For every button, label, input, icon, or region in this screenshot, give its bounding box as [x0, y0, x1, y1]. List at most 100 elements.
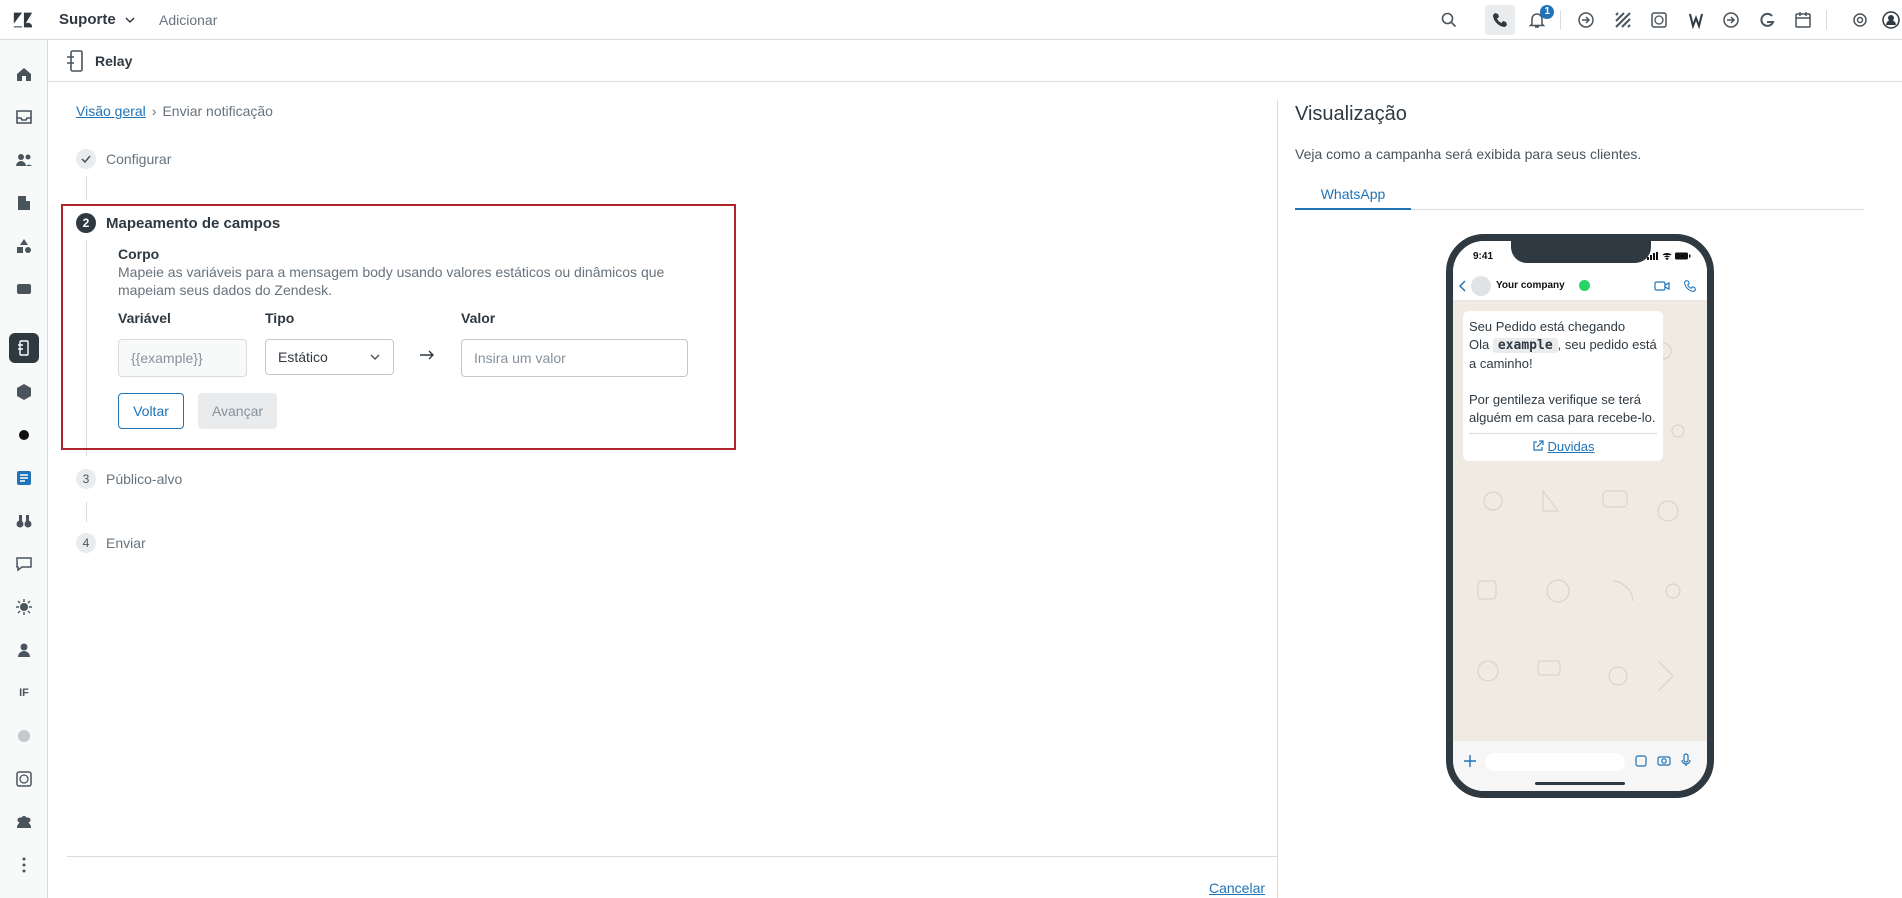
w-app-icon[interactable] [1685, 9, 1707, 31]
preview-description: Veja como a campanha será exibida para s… [1295, 146, 1642, 162]
phone-time: 9:41 [1473, 251, 1494, 262]
col-variable-header: Variável [118, 310, 171, 326]
app-title: Relay [95, 53, 133, 69]
customers-icon[interactable] [12, 148, 36, 172]
microphone-icon[interactable] [1681, 753, 1691, 767]
variable-tag: example [1492, 338, 1558, 353]
faded-app-icon[interactable] [12, 724, 36, 748]
footer-divider [67, 856, 1278, 857]
call-icon[interactable] [1683, 279, 1697, 293]
step-enviar[interactable]: 4 Enviar [76, 533, 146, 553]
step-label: Configurar [106, 151, 172, 167]
if-app-icon[interactable]: IF [12, 681, 36, 705]
camera-icon[interactable] [1657, 754, 1671, 766]
agent-icon[interactable] [12, 638, 36, 662]
message-greeting: Ola [1469, 337, 1490, 352]
breadcrumb: Visão geral › Enviar notificação [76, 103, 273, 119]
chat-header: Your company [1453, 271, 1707, 301]
video-call-icon[interactable] [1654, 280, 1670, 292]
step-label: Público-alvo [106, 471, 183, 487]
phone-notch [1511, 241, 1651, 263]
cta-label: Duvidas [1547, 439, 1595, 454]
add-button[interactable]: Adicionar [159, 12, 217, 28]
pattern-app-icon[interactable] [1612, 9, 1634, 31]
breadcrumb-overview-link[interactable]: Visão geral [76, 103, 146, 119]
next-button[interactable]: Avançar [198, 393, 277, 429]
user-avatar-icon[interactable] [1880, 9, 1902, 31]
shapes-icon[interactable] [12, 234, 36, 258]
type-select[interactable]: Estático [265, 339, 394, 375]
team-icon[interactable] [12, 810, 36, 834]
variable-field: {{example}} [118, 339, 247, 377]
workspace-icon[interactable] [12, 277, 36, 301]
blue-app-icon[interactable] [12, 466, 36, 490]
home-indicator [1535, 782, 1625, 785]
type-select-value: Estático [278, 349, 328, 365]
company-name: Your company [1496, 280, 1565, 291]
notification-badge: 1 [1540, 5, 1554, 19]
binoculars-icon[interactable] [12, 509, 36, 533]
app-transfer-icon[interactable] [1575, 9, 1597, 31]
back-chevron-icon[interactable] [1459, 280, 1467, 292]
chevron-down-icon [125, 16, 135, 23]
chat-input-field[interactable] [1485, 753, 1625, 771]
cancel-link[interactable]: Cancelar [1209, 880, 1265, 896]
step-number: 3 [76, 469, 96, 489]
product-name: Suporte [59, 11, 116, 28]
package-icon[interactable] [12, 380, 36, 404]
app-header: Relay [48, 40, 1902, 82]
step-configurar[interactable]: Configurar [76, 149, 171, 169]
verified-check-icon [1579, 280, 1590, 291]
home-icon[interactable] [12, 62, 36, 86]
relay-icon [64, 49, 86, 73]
col-type-header: Tipo [265, 310, 295, 326]
phone-mockup: 9:41 Your company Seu Pedido está chegan… [1446, 234, 1714, 798]
divider [1826, 10, 1827, 30]
breadcrumb-current: Enviar notificação [162, 103, 273, 119]
sun-app-icon[interactable] [12, 595, 36, 619]
wifi-icon [1662, 253, 1672, 260]
col-value-header: Valor [461, 310, 496, 326]
chat-input-bar [1453, 741, 1707, 791]
step-number: 4 [76, 533, 96, 553]
dot-app-icon[interactable] [12, 423, 36, 447]
organizations-icon[interactable] [12, 191, 36, 215]
plus-icon[interactable] [1463, 754, 1477, 768]
back-button[interactable]: Voltar [118, 393, 184, 429]
signal-icons [1647, 252, 1691, 260]
left-nav: IF [0, 40, 48, 898]
product-switcher[interactable]: Suporte [59, 11, 136, 28]
zendesk-logo-icon[interactable] [12, 10, 34, 30]
calendar-app-icon[interactable] [1792, 9, 1814, 31]
step-label: Enviar [106, 535, 146, 551]
message-line-2: Ola example, seu pedido está a caminho! [1469, 336, 1657, 373]
section-description: Mapeie as variáveis para a mensagem body… [118, 264, 665, 298]
notifications-bell-icon[interactable]: 1 [1526, 5, 1554, 31]
search-icon[interactable] [1438, 9, 1460, 31]
inbox-icon[interactable] [12, 105, 36, 129]
cta-link[interactable]: Duvidas [1469, 433, 1657, 456]
step-publico-alvo[interactable]: 3 Público-alvo [76, 469, 182, 489]
sticker-icon[interactable] [1635, 755, 1647, 767]
chevron-right-icon: › [151, 103, 157, 119]
chevron-down-icon [370, 354, 380, 360]
top-bar: Suporte Adicionar 1 [0, 0, 1902, 40]
phone-icon[interactable] [1485, 5, 1515, 35]
tab-whatsapp[interactable]: WhatsApp [1295, 180, 1411, 210]
value-input[interactable]: Insira um valor [461, 339, 688, 377]
relay-app-icon[interactable] [9, 333, 39, 363]
preview-title: Visualização [1295, 103, 1407, 125]
section-title: Corpo [118, 246, 160, 262]
avatar [1471, 276, 1491, 296]
whatsapp-nav-icon[interactable] [12, 767, 36, 791]
more-vertical-icon[interactable] [12, 853, 36, 877]
arrow-app-icon[interactable] [1720, 9, 1742, 31]
chat-icon[interactable] [12, 552, 36, 576]
whatsapp-app-icon[interactable] [1648, 9, 1670, 31]
g-app-icon[interactable] [1756, 9, 1778, 31]
message-bubble: Seu Pedido está chegando Ola example, se… [1463, 311, 1663, 461]
message-line-1: Seu Pedido está chegando [1469, 319, 1626, 334]
battery-icon [1675, 252, 1691, 260]
help-lifebuoy-icon[interactable] [1849, 9, 1871, 31]
